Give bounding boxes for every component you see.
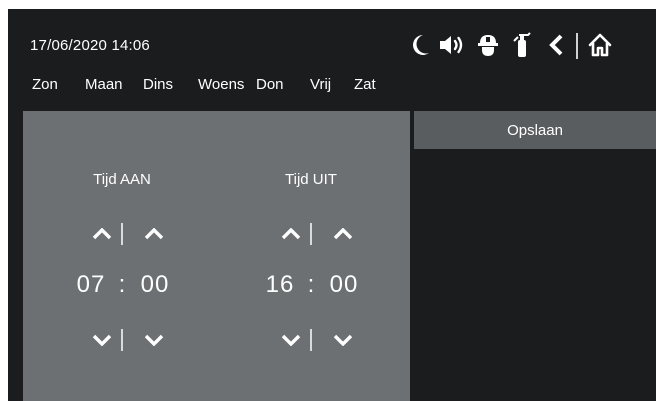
- minute-off-value: 00: [329, 271, 359, 298]
- date-time-display: 17/06/2020 14:06: [30, 37, 150, 54]
- minute-on-up-icon[interactable]: [140, 221, 168, 247]
- hour-off-up-icon[interactable]: [277, 221, 305, 247]
- hour-on-down-icon[interactable]: [88, 327, 116, 353]
- time-off-title: Tijd UIT: [285, 171, 337, 188]
- hour-on-up-icon[interactable]: [88, 221, 116, 247]
- time-off-down-row: [241, 325, 381, 355]
- timer-panel: Tijd AAN 07 : 00 Tijd UIT 16: 00: [23, 111, 410, 401]
- day-monday[interactable]: Maan: [85, 76, 123, 93]
- minute-off-up-icon[interactable]: [329, 221, 357, 247]
- time-on-title: Tijd AAN: [93, 171, 151, 188]
- time-on-column: Tijd AAN 07 : 00: [52, 111, 192, 401]
- minute-on-down-icon[interactable]: [140, 327, 168, 353]
- day-friday[interactable]: Vrij: [310, 76, 331, 93]
- back-arrow-icon[interactable]: [542, 27, 570, 63]
- day-thursday[interactable]: Don: [256, 76, 284, 93]
- header-icon-bar: [406, 27, 646, 63]
- firefighter-helmet-icon[interactable]: [474, 27, 502, 63]
- time-off-up-row: [241, 219, 381, 249]
- moon-icon[interactable]: [406, 27, 434, 63]
- device-screen: 17/06/2020 14:06 Zon Maan Dins Woens Don…: [8, 9, 656, 401]
- minute-off-down-icon[interactable]: [329, 327, 357, 353]
- hour-off-value: 16: [265, 271, 295, 298]
- hour-off-down-icon[interactable]: [277, 327, 305, 353]
- save-button[interactable]: Opslaan: [414, 111, 656, 149]
- speaker-icon[interactable]: [438, 27, 466, 63]
- time-colon: :: [307, 271, 315, 298]
- separator-bar: [310, 223, 312, 245]
- time-colon: :: [118, 271, 126, 298]
- header-divider: [576, 33, 578, 59]
- time-off-column: Tijd UIT 16 : 00: [241, 111, 381, 401]
- time-on-down-row: [52, 325, 192, 355]
- separator-bar: [310, 329, 312, 351]
- time-off-value: 16 : 00: [241, 271, 381, 303]
- hour-on-value: 07: [76, 271, 106, 298]
- fire-extinguisher-icon[interactable]: [508, 27, 536, 63]
- day-saturday[interactable]: Zat: [354, 76, 376, 93]
- time-on-up-row: [52, 219, 192, 249]
- day-wednesday[interactable]: Woens: [198, 76, 244, 93]
- time-on-value: 07 : 00: [52, 271, 192, 303]
- home-icon[interactable]: [586, 27, 614, 63]
- day-tuesday[interactable]: Dins: [143, 76, 173, 93]
- separator-bar: [121, 329, 123, 351]
- minute-on-value: 00: [140, 271, 170, 298]
- separator-bar: [121, 223, 123, 245]
- day-sunday[interactable]: Zon: [32, 76, 58, 93]
